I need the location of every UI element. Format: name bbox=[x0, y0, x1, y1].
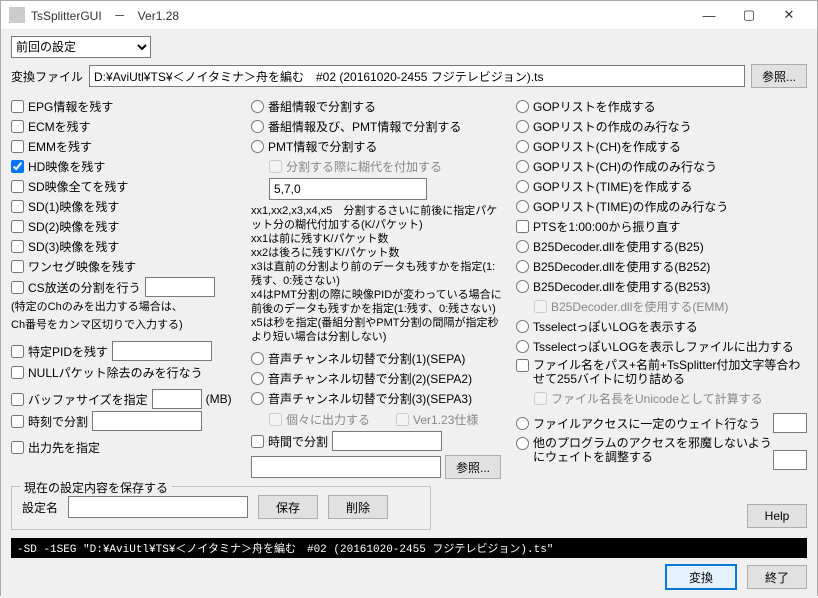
unicode-checkbox[interactable]: ファイル名長をUnicodeとして計算する bbox=[534, 388, 807, 408]
epg-checkbox[interactable]: EPG情報を残す bbox=[11, 96, 241, 116]
setting-name-input[interactable] bbox=[68, 496, 248, 518]
maximize-button[interactable]: ▢ bbox=[729, 1, 769, 29]
indiv-checkbox[interactable]: 個々に出力する bbox=[269, 409, 370, 429]
cs-checkbox[interactable]: CS放送の分割を行う bbox=[11, 277, 141, 297]
v123-checkbox[interactable]: Ver1.23仕様 bbox=[396, 409, 478, 429]
right-column: GOPリストを作成する GOPリストの作成のみ行なう GOPリスト(CH)を作成… bbox=[516, 96, 807, 478]
setting-name-label: 設定名 bbox=[22, 499, 58, 516]
buffer-checkbox[interactable]: バッファサイズを指定 bbox=[11, 389, 148, 409]
convert-button[interactable]: 変換 bbox=[665, 564, 737, 590]
save-button[interactable]: 保存 bbox=[258, 495, 318, 519]
filewait-radio[interactable]: ファイルアクセスに一定のウェイト行なう bbox=[516, 413, 760, 433]
sd2-checkbox[interactable]: SD(2)映像を残す bbox=[11, 216, 241, 236]
command-line: -SD -1SEG "D:¥AviUtl¥TS¥＜ノイタミナ＞舟を編む #02 … bbox=[11, 538, 807, 558]
cs-note1: (特定のChのみを出力する場合は、 bbox=[11, 300, 241, 314]
split-progpmt-radio[interactable]: 番組情報及び、PMT情報で分割する bbox=[251, 116, 506, 136]
exit-button[interactable]: 終了 bbox=[747, 565, 807, 589]
gop-chonly-radio[interactable]: GOPリスト(CH)の作成のみ行なう bbox=[516, 156, 807, 176]
null-checkbox[interactable]: NULLパケット除去のみを行なう bbox=[11, 362, 241, 382]
sd1-checkbox[interactable]: SD(1)映像を残す bbox=[11, 196, 241, 216]
emm-b25-checkbox[interactable]: B25Decoder.dllを使用する(EMM) bbox=[534, 296, 807, 316]
overlap-checkbox[interactable]: 分割する際に糊代を付加する bbox=[269, 156, 506, 176]
gop-make-radio[interactable]: GOPリストを作成する bbox=[516, 96, 807, 116]
app-icon bbox=[9, 7, 25, 23]
sepa2-radio[interactable]: 音声チャンネル切替で分割(2)(SEPA2) bbox=[251, 368, 506, 388]
overlap-input[interactable] bbox=[269, 178, 427, 200]
close-button[interactable]: ✕ bbox=[769, 1, 809, 29]
tslog-radio[interactable]: TsselectっぽいLOGを表示する bbox=[516, 316, 807, 336]
content-area: 前回の設定 変換ファイル 参照... EPG情報を残す ECMを残す EMMを残… bbox=[1, 30, 817, 598]
overlap-notes: xx1,xx2,x3,x4,x5 分割するさいに前後に指定パケット分の糊代付加す… bbox=[251, 204, 506, 344]
pid-input[interactable] bbox=[112, 341, 212, 361]
output-checkbox[interactable]: 出力先を指定 bbox=[11, 437, 100, 457]
save-group: 現在の設定内容を保存する 設定名 保存 削除 bbox=[11, 486, 431, 530]
delete-button[interactable]: 削除 bbox=[328, 495, 388, 519]
mid-column: 番組情報で分割する 番組情報及び、PMT情報で分割する PMT情報で分割する 分… bbox=[251, 96, 506, 478]
output-path-input[interactable] bbox=[251, 456, 441, 478]
split-pmt-radio[interactable]: PMT情報で分割する bbox=[251, 136, 506, 156]
fname-checkbox[interactable]: ファイル名をパス+名前+TsSplitter付加文字等合わせて255バイトに切り… bbox=[516, 356, 807, 388]
buffer-unit: (MB) bbox=[206, 392, 232, 406]
file-input[interactable] bbox=[89, 65, 745, 87]
sepa1-radio[interactable]: 音声チャンネル切替で分割(1)(SEPA) bbox=[251, 348, 506, 368]
preset-select[interactable]: 前回の設定 bbox=[11, 36, 151, 58]
otherwait-input[interactable] bbox=[773, 450, 807, 470]
file-label: 変換ファイル bbox=[11, 68, 83, 85]
sd3-checkbox[interactable]: SD(3)映像を残す bbox=[11, 236, 241, 256]
time-input[interactable] bbox=[92, 411, 202, 431]
filewait-input[interactable] bbox=[773, 413, 807, 433]
window-title: TsSplitterGUI － Ver1.28 bbox=[31, 7, 179, 24]
pid-checkbox[interactable]: 特定PIDを残す bbox=[11, 341, 108, 361]
hd-checkbox[interactable]: HD映像を残す bbox=[11, 156, 241, 176]
ecm-checkbox[interactable]: ECMを残す bbox=[11, 116, 241, 136]
titlebar: TsSplitterGUI － Ver1.28 — ▢ ✕ bbox=[1, 1, 817, 30]
buffer-input[interactable] bbox=[152, 389, 202, 409]
b252-radio[interactable]: B25Decoder.dllを使用する(B252) bbox=[516, 256, 807, 276]
oneseg-checkbox[interactable]: ワンセグ映像を残す bbox=[11, 256, 241, 276]
left-column: EPG情報を残す ECMを残す EMMを残す HD映像を残す SD映像全てを残す… bbox=[11, 96, 241, 478]
b253-radio[interactable]: B25Decoder.dllを使用する(B253) bbox=[516, 276, 807, 296]
output-browse-button[interactable]: 参照... bbox=[445, 455, 501, 479]
sepa3-radio[interactable]: 音声チャンネル切替で分割(3)(SEPA3) bbox=[251, 388, 506, 408]
sdall-checkbox[interactable]: SD映像全てを残す bbox=[11, 176, 241, 196]
split-prog-radio[interactable]: 番組情報で分割する bbox=[251, 96, 506, 116]
gop-ch-radio[interactable]: GOPリスト(CH)を作成する bbox=[516, 136, 807, 156]
timespan-input[interactable] bbox=[332, 431, 442, 451]
timespan-checkbox[interactable]: 時間で分割 bbox=[251, 431, 328, 451]
time-checkbox[interactable]: 時刻で分割 bbox=[11, 411, 88, 431]
gop-makeonly-radio[interactable]: GOPリストの作成のみ行なう bbox=[516, 116, 807, 136]
browse-button[interactable]: 参照... bbox=[751, 64, 807, 88]
save-legend: 現在の設定内容を保存する bbox=[20, 479, 172, 496]
pts-checkbox[interactable]: PTSを1:00:00から振り直す bbox=[516, 216, 807, 236]
b25-radio[interactable]: B25Decoder.dllを使用する(B25) bbox=[516, 236, 807, 256]
emm-checkbox[interactable]: EMMを残す bbox=[11, 136, 241, 156]
main-window: TsSplitterGUI － Ver1.28 — ▢ ✕ 前回の設定 変換ファ… bbox=[0, 0, 818, 596]
help-button[interactable]: Help bbox=[747, 504, 807, 528]
minimize-button[interactable]: — bbox=[689, 1, 729, 29]
otherwait-radio[interactable]: 他のプログラムのアクセスを邪魔しないようにウェイトを調整する bbox=[516, 434, 773, 466]
tslogfile-radio[interactable]: TsselectっぽいLOGを表示しファイルに出力する bbox=[516, 336, 807, 356]
gop-time-radio[interactable]: GOPリスト(TIME)を作成する bbox=[516, 176, 807, 196]
cs-note2: Ch番号をカンマ区切りで入力する) bbox=[11, 318, 241, 332]
gop-timeonly-radio[interactable]: GOPリスト(TIME)の作成のみ行なう bbox=[516, 196, 807, 216]
cs-input[interactable] bbox=[145, 277, 215, 297]
